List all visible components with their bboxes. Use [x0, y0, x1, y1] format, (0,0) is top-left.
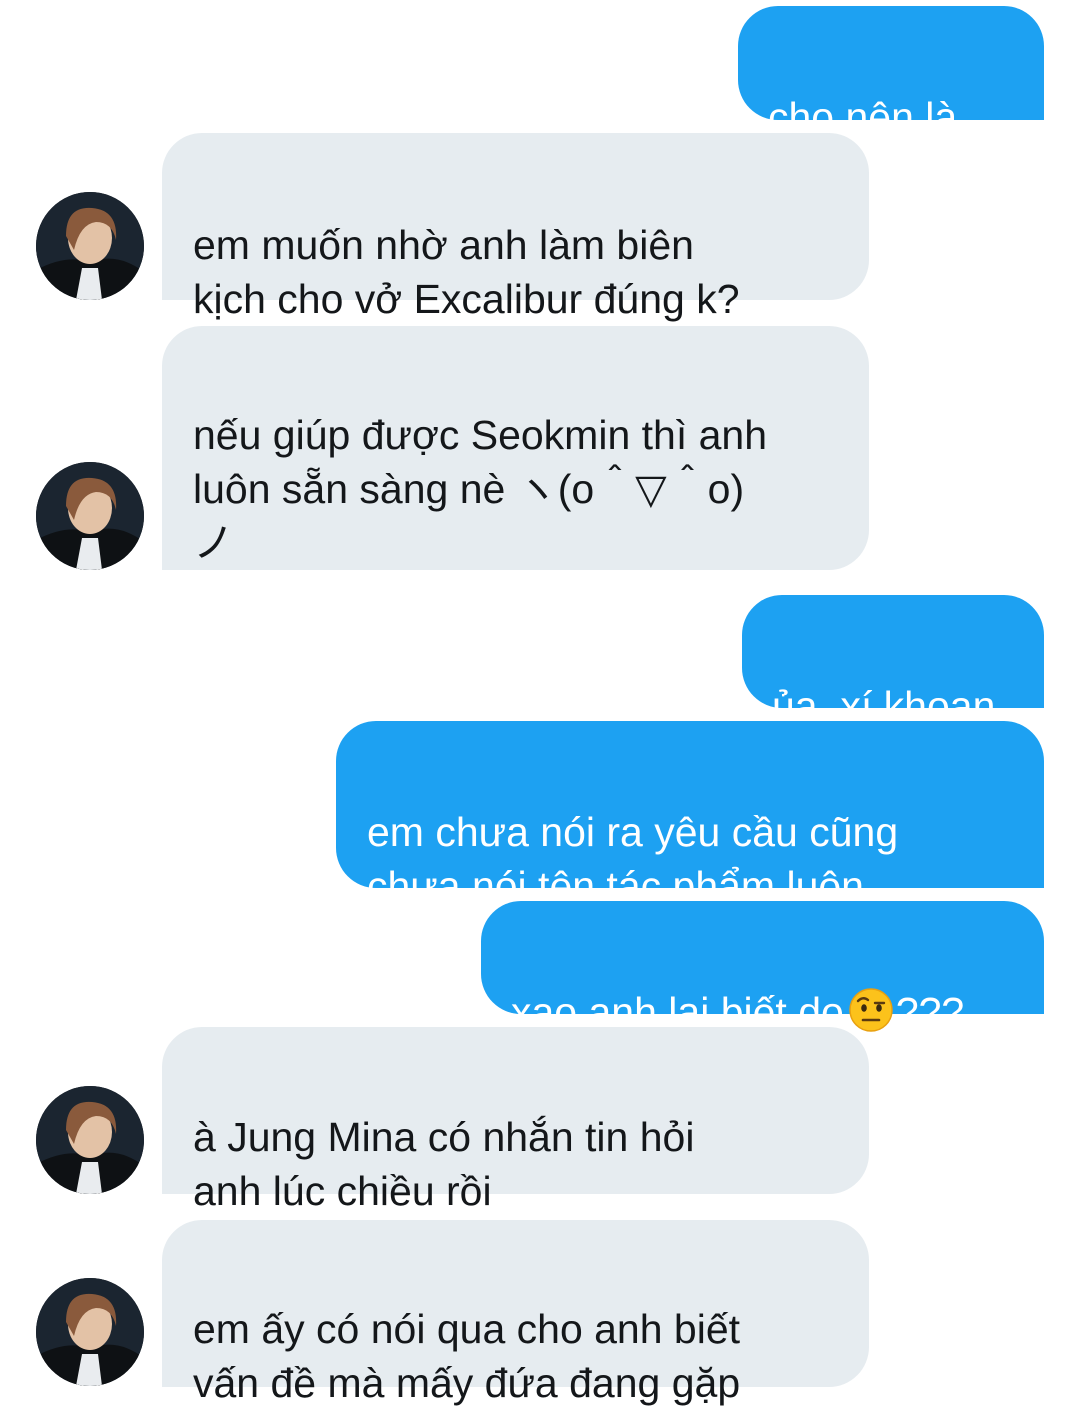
message-bubble-outgoing[interactable]: em chưa nói ra yêu cầu cũng chưa nói tên… — [336, 721, 1044, 909]
message-text: em ấy có nói qua cho anh biết vấn đề mà … — [193, 1306, 741, 1406]
message-bubble-outgoing[interactable]: cho nên là... — [738, 6, 1044, 140]
message-bubble-incoming[interactable]: nếu giúp được Seokmin thì anh luôn sẵn s… — [162, 326, 869, 570]
contact-avatar[interactable] — [36, 1086, 144, 1194]
message-text-suffix: ??? — [895, 989, 965, 1035]
message-bubble-incoming[interactable]: em muốn nhờ anh làm biên kịch cho vở Exc… — [162, 133, 869, 322]
message-bubble-outgoing[interactable]: ủa, xí khoan — [742, 595, 1044, 729]
raised-eyebrow-emoji-icon — [849, 988, 893, 1032]
contact-avatar[interactable] — [36, 1278, 144, 1386]
avatar-photo-icon — [36, 1086, 144, 1194]
message-bubble-incoming[interactable]: em ấy có nói qua cho anh biết vấn đề mà … — [162, 1220, 869, 1406]
avatar-photo-icon — [36, 1278, 144, 1386]
contact-avatar[interactable] — [36, 462, 144, 570]
message-text: nếu giúp được Seokmin thì anh luôn sẵn s… — [193, 412, 768, 566]
avatar-photo-icon — [36, 462, 144, 570]
message-text: em muốn nhờ anh làm biên kịch cho vở Exc… — [193, 222, 740, 322]
message-bubble-incoming[interactable]: à Jung Mina có nhắn tin hỏi anh lúc chiề… — [162, 1027, 869, 1214]
message-text: à Jung Mina có nhắn tin hỏi anh lúc chiề… — [193, 1114, 695, 1214]
avatar-photo-icon — [36, 192, 144, 300]
message-text: em chưa nói ra yêu cầu cũng chưa nói tên… — [367, 809, 899, 909]
message-bubble-outgoing[interactable]: xao anh lại biết dọ ??? — [481, 901, 1044, 1035]
contact-avatar[interactable] — [36, 192, 144, 300]
